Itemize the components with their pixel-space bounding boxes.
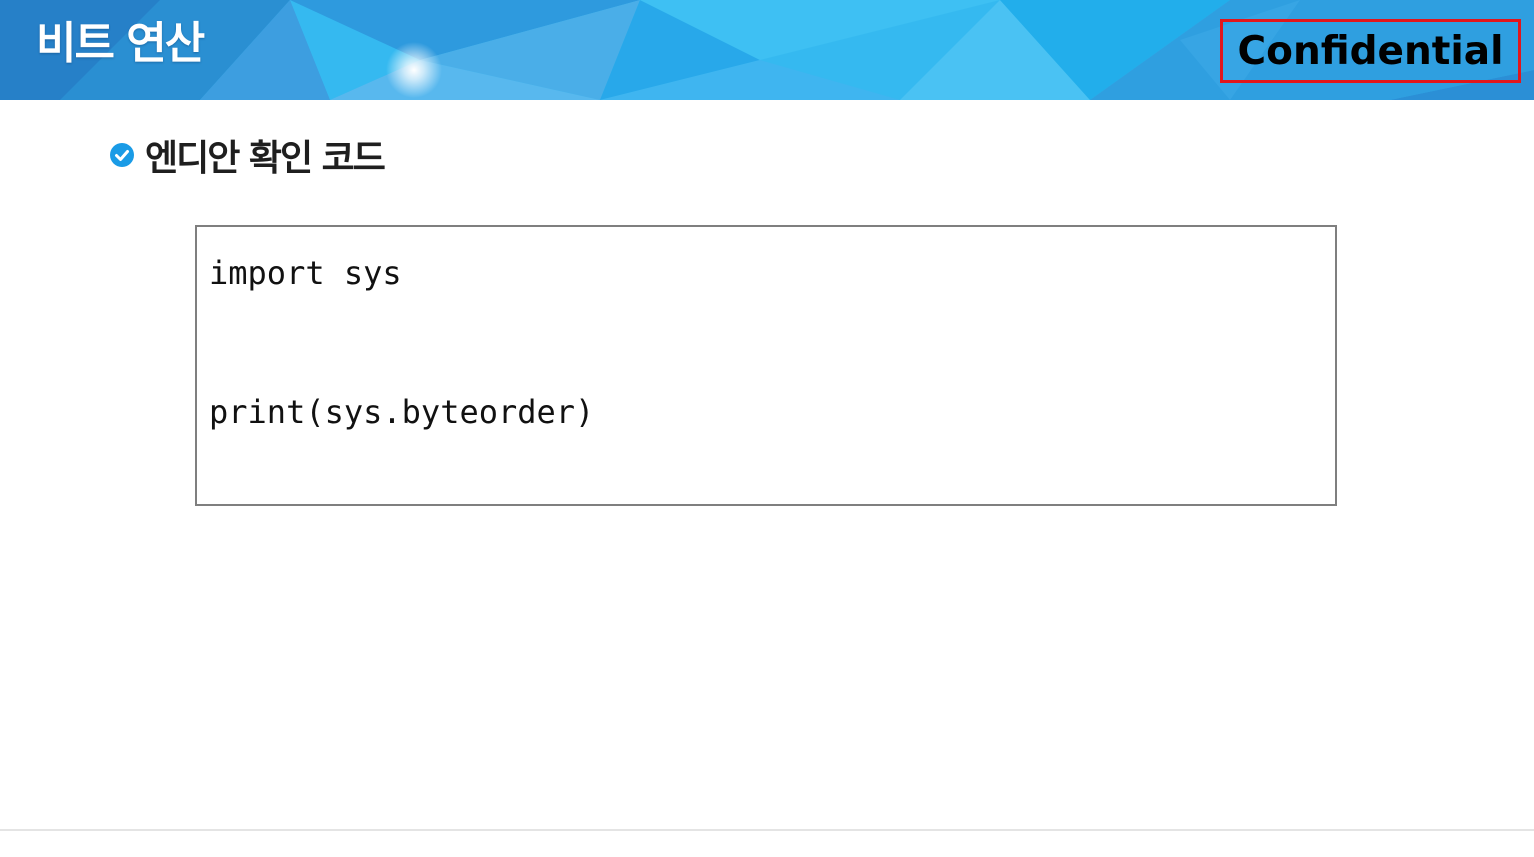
slide-title: 비트 연산 <box>36 18 205 69</box>
section-heading: 엔디안 확인 코드 <box>109 130 386 180</box>
code-line: print(sys.byteorder) <box>209 393 595 431</box>
check-circle-icon <box>110 143 134 167</box>
section-heading-text: 엔디안 확인 코드 <box>145 138 386 179</box>
slide-header: 비트 연산 Confidential <box>0 0 1534 100</box>
code-block: import sys print(sys.byteorder) <box>195 225 1337 506</box>
code-line: import sys <box>209 254 402 292</box>
confidential-badge: Confidential <box>1220 19 1521 83</box>
footer-divider <box>0 829 1534 831</box>
